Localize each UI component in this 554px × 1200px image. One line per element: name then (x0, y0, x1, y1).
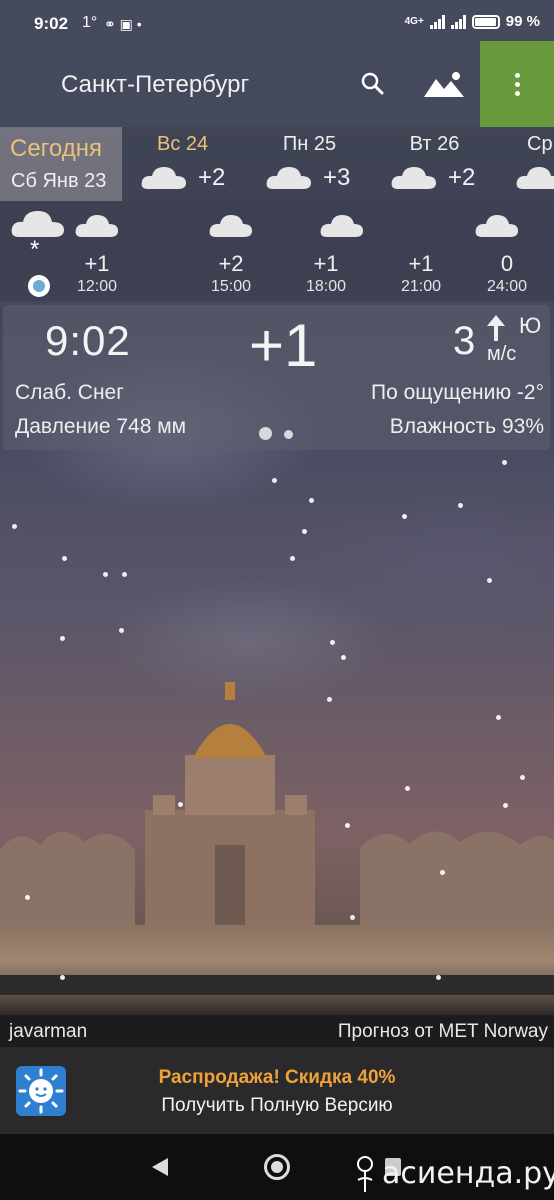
today-label: Сегодня (10, 135, 102, 162)
snowflake-icon: * (30, 236, 40, 263)
feels-like: По ощущению -2° (370, 381, 544, 404)
hour-item[interactable]: +1 21:00 (374, 201, 468, 301)
status-right-group: 4G+ 99 % (405, 13, 540, 30)
home-icon[interactable] (264, 1154, 290, 1180)
cloud-icon (391, 167, 436, 189)
hour-temp: +1 (313, 251, 339, 276)
landscape-photo-icon[interactable] (422, 69, 466, 103)
hour-time: 12:00 (76, 278, 118, 295)
day-item[interactable]: Вт 26 +2 (372, 127, 497, 201)
hour-item[interactable]: +1 12:00 (50, 201, 144, 301)
cloud-icon (141, 167, 186, 189)
current-conditions-card[interactable]: 9:02 +1 3 Ю м/с Слаб. Снег По ощущению -… (3, 305, 550, 450)
wind-direction: Ю (519, 313, 542, 338)
page-indicator (259, 427, 299, 441)
hour-time: 15:00 (210, 278, 252, 295)
signal-2-icon (450, 14, 466, 29)
hour-item[interactable]: +1 18:00 (279, 201, 373, 301)
wind-arrow-icon (487, 315, 505, 341)
daily-forecast-strip: Сегодня Сб Янв 23 Вс 24 +2 Пн 25 +3 Вт 2… (0, 127, 554, 201)
day-temp: +2 (448, 164, 476, 191)
cloud-icon (209, 215, 252, 237)
current-temperature: +1 (249, 312, 318, 379)
day-list: Вс 24 +2 Пн 25 +3 Вт 26 +2 Ср (122, 127, 554, 201)
system-navigation-bar: асиенда.ру (0, 1134, 554, 1200)
day-item[interactable]: Вс 24 +2 (122, 127, 247, 201)
network-label: 4G+ (404, 16, 424, 27)
search-icon[interactable] (358, 69, 388, 99)
status-time: 9:02 (34, 14, 69, 33)
app-toolbar: Санкт-Петербург (0, 41, 554, 127)
hour-time: 18:00 (305, 278, 347, 295)
promo-banner[interactable]: Распродажа! Скидка 40% Получить Полную В… (0, 1047, 554, 1134)
promo-title: Распродажа! Скидка 40% (158, 1067, 396, 1088)
hour-temp: +1 (84, 251, 110, 276)
forecast-source[interactable]: Прогноз от MET Norway (338, 1021, 548, 1043)
hour-time: 21:00 (400, 278, 442, 295)
cloud-icon (75, 215, 118, 237)
current-hour-marker (28, 275, 50, 297)
hour-time: 24:00 (486, 278, 528, 295)
humidity: Влажность 93% (389, 415, 544, 438)
day-name: Вс 24 (157, 133, 209, 155)
status-notification-icons: ⚭ ▣ • (104, 16, 142, 32)
photo-author[interactable]: javarman (9, 1021, 87, 1043)
status-bar: 9:02 1° ⚭ ▣ • 4G+ 99 % (0, 0, 554, 44)
hour-temp: +2 (218, 251, 244, 276)
current-time: 9:02 (45, 317, 131, 364)
hourly-forecast-strip: +1 12:00 +2 15:00 +1 18:00 +1 21:00 0 24… (0, 201, 554, 301)
day-name: Вт 26 (409, 133, 460, 155)
wind-unit: м/с (487, 343, 517, 365)
cloud-icon (516, 167, 554, 189)
watermark-logo-icon (357, 1156, 373, 1192)
cloud-icon (320, 215, 363, 237)
promo-subtitle: Получить Полную Версию (161, 1095, 393, 1116)
cloud-icon (266, 167, 311, 189)
today-date: Сб Янв 23 (11, 170, 107, 192)
day-item[interactable]: Пн 25 +3 (247, 127, 372, 201)
battery-percent: 99 % (505, 13, 540, 30)
day-today[interactable]: Сегодня Сб Янв 23 (0, 127, 122, 201)
day-temp: +2 (198, 164, 226, 191)
hour-temp: +1 (408, 251, 434, 276)
back-icon[interactable] (150, 1156, 170, 1178)
signal-icon (429, 14, 445, 29)
photo-credits-bar: javarman Прогноз от MET Norway (0, 1015, 554, 1047)
day-temp: +3 (323, 164, 351, 191)
cloud-icon (475, 215, 518, 237)
city-title[interactable]: Санкт-Петербург (61, 71, 249, 99)
pressure: Давление 748 мм (15, 415, 187, 438)
status-temperature: 1° (82, 14, 98, 31)
watermark: асиенда.ру (352, 1154, 554, 1194)
day-item[interactable]: Ср (497, 127, 554, 201)
day-name: Пн 25 (282, 133, 337, 155)
condition-text: Слаб. Снег (15, 381, 124, 404)
battery-icon (471, 14, 500, 29)
day-name: Ср (527, 133, 553, 155)
hour-item[interactable]: +2 15:00 (184, 201, 278, 301)
cathedral (145, 682, 315, 925)
overflow-menu-button[interactable] (480, 41, 554, 127)
watermark-text: асиенда.ру (382, 1156, 554, 1191)
wind-speed: 3 (453, 319, 476, 363)
hour-temp: 0 (500, 251, 514, 276)
hour-item[interactable]: 0 24:00 (460, 201, 554, 301)
